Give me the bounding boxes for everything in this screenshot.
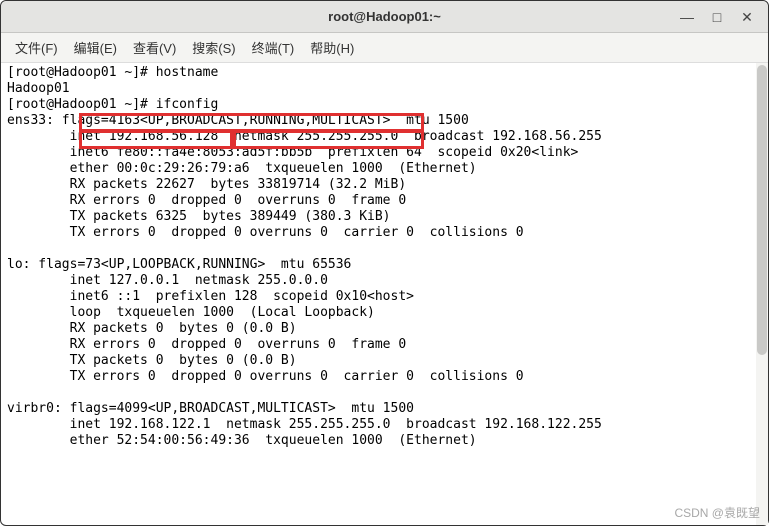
menubar: 文件(F) 编辑(E) 查看(V) 搜索(S) 终端(T) 帮助(H) [1, 33, 768, 63]
window-controls: — □ ✕ [672, 1, 762, 33]
scrollbar-thumb[interactable] [757, 65, 767, 355]
menu-terminal[interactable]: 终端(T) [244, 34, 303, 61]
vertical-scrollbar[interactable] [756, 63, 768, 525]
close-button[interactable]: ✕ [732, 3, 762, 31]
titlebar[interactable]: root@Hadoop01:~ — □ ✕ [1, 1, 768, 33]
terminal-area[interactable]: [root@Hadoop01 ~]# hostname Hadoop01 [ro… [1, 63, 768, 453]
terminal-output: [root@Hadoop01 ~]# hostname Hadoop01 [ro… [7, 65, 764, 449]
menu-search[interactable]: 搜索(S) [184, 34, 243, 61]
window-title: root@Hadoop01:~ [328, 9, 441, 24]
menu-file[interactable]: 文件(F) [7, 34, 66, 61]
watermark: CSDN @袁既望 [674, 504, 760, 521]
menu-help[interactable]: 帮助(H) [302, 34, 362, 61]
menu-view[interactable]: 查看(V) [125, 34, 184, 61]
menu-edit[interactable]: 编辑(E) [66, 34, 125, 61]
maximize-button[interactable]: □ [702, 3, 732, 31]
minimize-button[interactable]: — [672, 3, 702, 31]
